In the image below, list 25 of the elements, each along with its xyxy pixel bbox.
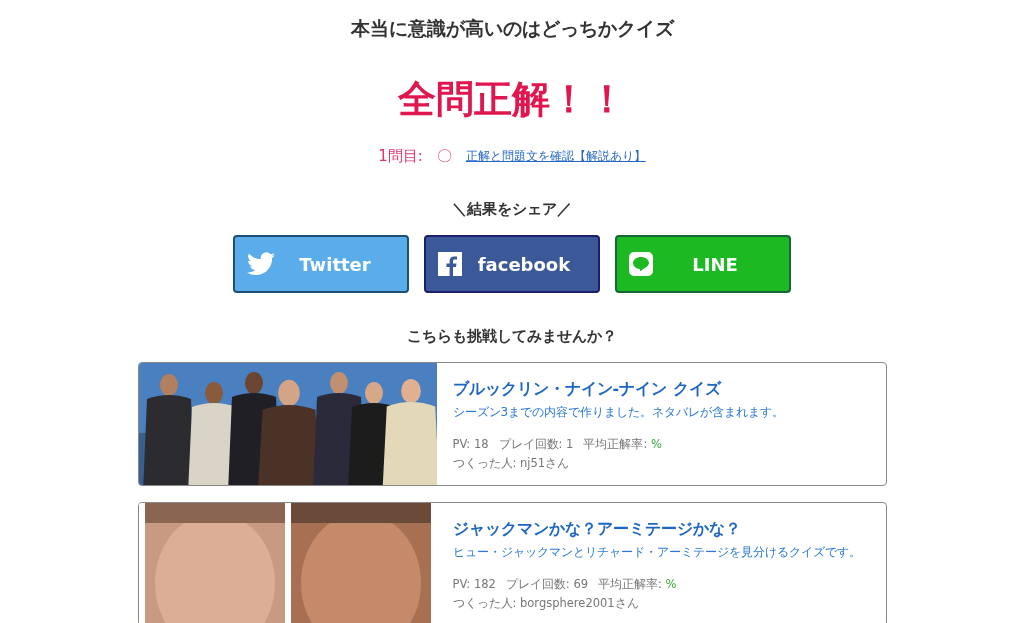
quiz-title: 本当に意識が高いのはどっちかクイズ bbox=[350, 16, 674, 41]
facebook-icon bbox=[438, 252, 462, 276]
related-heading: こちらも挑戦してみませんか？ bbox=[407, 327, 617, 346]
result-heading: 全問正解！！ bbox=[398, 76, 626, 123]
share-button[interactable]: facebook bbox=[424, 235, 600, 293]
quiz-author: つくった人: borgsphere2001さん bbox=[452, 596, 640, 611]
quiz-description: シーズン3までの内容で作りました。ネタバレが含まれます。 bbox=[452, 404, 785, 421]
average-rate: 平均正解率: % bbox=[583, 437, 662, 452]
quiz-description: ヒュー・ジャックマンとリチャード・アーミテージを見分けるクイズです。 bbox=[452, 544, 861, 561]
answer-label: 1問目: bbox=[378, 147, 423, 166]
quiz-card[interactable]: ブルックリン・ナイン-ナイン クイズ シーズン3までの内容で作りました。ネタバレが含まれます。 PV: 18 プレイ回数: 1 平均正解率: % つくった人: nj51さん bbox=[137, 362, 887, 486]
correct-mark: 〇 bbox=[436, 147, 452, 166]
pv-count: PV: 18 bbox=[452, 437, 489, 452]
quiz-author: つくった人: nj51さん bbox=[452, 456, 571, 471]
quiz-title-link: ジャックマンかな？アーミテージかな？ bbox=[452, 519, 742, 540]
share-label: ＼結果をシェア／ bbox=[452, 200, 572, 219]
play-count: プレイ回数: 1 bbox=[498, 437, 574, 452]
play-count: プレイ回数: 69 bbox=[505, 577, 589, 592]
chat-bubble-icon bbox=[629, 252, 653, 276]
bird-icon bbox=[247, 252, 275, 276]
quiz-card[interactable]: ジャックマンかな？アーミテージかな？ ヒュー・ジャックマンとリチャード・アーミテージを見分けるクイズです。 PV: 182 プレイ回数: 69 平均正解率: % つくった人: borgsphere2001さん bbox=[137, 502, 887, 623]
answer-link[interactable]: 正解と問題文を確認【解説あり】 bbox=[465, 148, 646, 165]
pv-count: PV: 182 bbox=[452, 577, 496, 592]
quiz-title-link: ブルックリン・ナイン-ナイン クイズ bbox=[452, 379, 723, 400]
average-rate: 平均正解率: % bbox=[598, 577, 677, 592]
